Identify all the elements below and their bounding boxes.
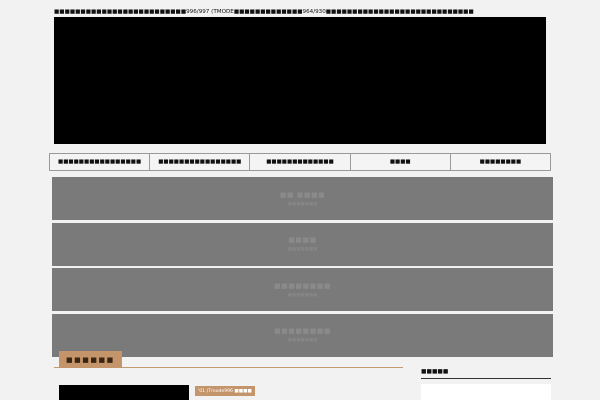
post-category-badge[interactable]: '01 (Tmode996 ■■■■ [195, 386, 255, 396]
sidebar-title: ■■■■■ [421, 369, 551, 379]
banner-title: ■■ ■■■■ [279, 190, 326, 199]
nav-item-5[interactable]: ■■■■■■■■ [451, 154, 550, 170]
nav-item-1[interactable]: ■■■■■■■■■■■■■■■■ [50, 154, 151, 170]
nav-item-2[interactable]: ■■■■■■■■■■■■■■■■ [150, 154, 251, 170]
site-description: ■■■■■■■■■■■■■■■■■■■■■■■■■996/997 (TMODE■… [54, 9, 474, 15]
banner-title: ■■■■ [288, 236, 317, 244]
banner-2[interactable]: ■■■■ ■■■■■■■ [52, 222, 553, 266]
banner-list: ■■ ■■■■ ■■■■■■■ ■■■■ ■■■■■■■ ■■■■■■■■ ■■… [52, 177, 553, 359]
banner-subtitle: ■■■■■■■ [287, 247, 318, 252]
section-heading: ■■■■■■ [59, 351, 122, 368]
banner-4[interactable]: ■■■■■■■■ ■■■■■■■ [52, 313, 553, 357]
banner-title: ■■■■■■■■ [274, 281, 331, 290]
post-thumbnail[interactable] [59, 385, 189, 400]
banner-3[interactable]: ■■■■■■■■ ■■■■■■■ [52, 268, 553, 311]
global-nav: ■■■■■■■■■■■■■■■■ ■■■■■■■■■■■■■■■■ ■■■■■■… [49, 153, 551, 171]
banner-subtitle: ■■■■■■■ [287, 338, 318, 343]
nav-item-4[interactable]: ■■■■ [351, 154, 451, 170]
banner-title: ■■■■■■■■ [274, 327, 331, 335]
banner-subtitle: ■■■■■■■ [287, 292, 318, 298]
banner-1[interactable]: ■■ ■■■■ ■■■■■■■ [52, 177, 553, 220]
banner-subtitle: ■■■■■■■ [287, 201, 318, 207]
header-video[interactable] [54, 17, 546, 144]
sidebar-widget [421, 384, 551, 400]
nav-item-3[interactable]: ■■■■■■■■■■■■■ [250, 154, 351, 170]
